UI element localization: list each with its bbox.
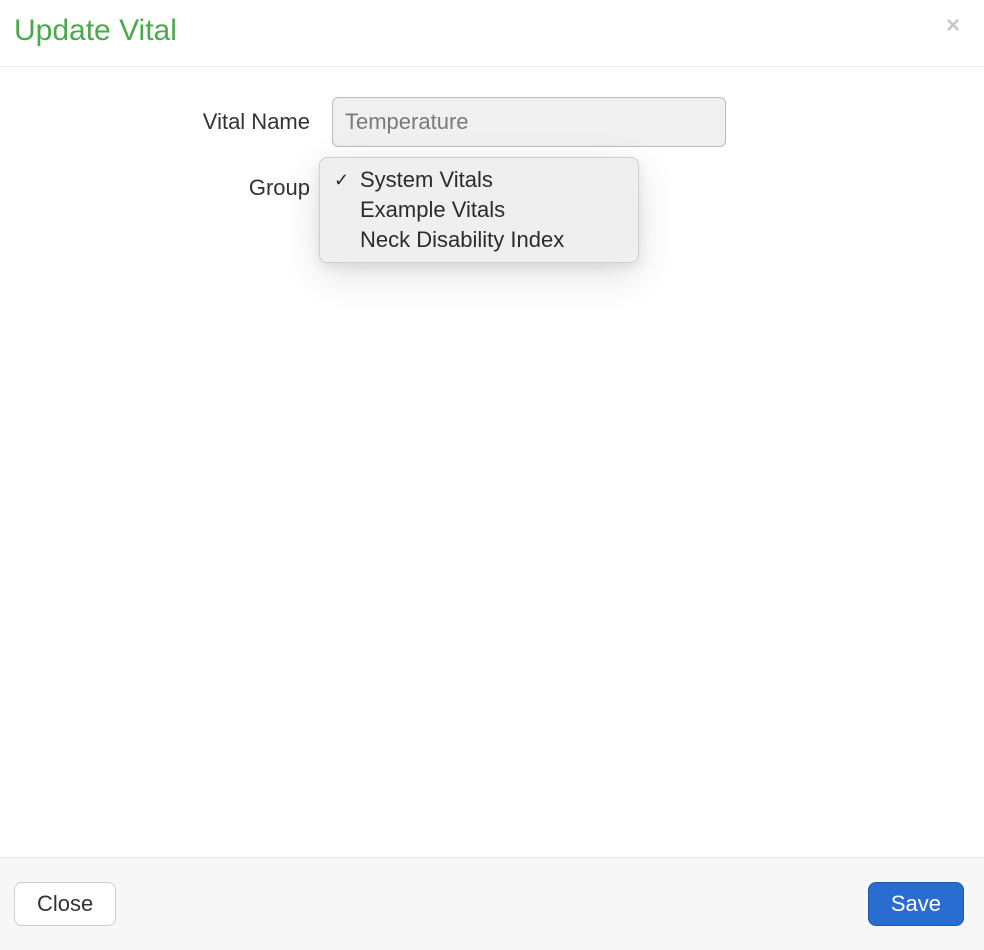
vital-name-label: Vital Name: [20, 109, 332, 135]
check-icon: ✓: [334, 170, 360, 191]
dropdown-item-label: Example Vitals: [360, 197, 505, 223]
dropdown-item-label: System Vitals: [360, 167, 493, 193]
modal-footer: Close Save: [0, 857, 984, 950]
modal-body: Vital Name Group ✓ System Vitals Example…: [0, 67, 984, 857]
dropdown-item-example-vitals[interactable]: Example Vitals: [320, 195, 638, 225]
dropdown-item-system-vitals[interactable]: ✓ System Vitals: [320, 165, 638, 195]
dropdown-item-label: Neck Disability Index: [360, 227, 564, 253]
group-label: Group: [20, 175, 332, 201]
vital-name-input[interactable]: [332, 97, 726, 147]
modal-header: Update Vital ×: [0, 0, 984, 67]
close-icon[interactable]: ×: [942, 14, 964, 38]
update-vital-modal: Update Vital × Vital Name Group ✓ System…: [0, 0, 984, 950]
save-button[interactable]: Save: [868, 882, 964, 926]
vital-name-row: Vital Name: [20, 97, 964, 147]
close-button[interactable]: Close: [14, 882, 116, 926]
dropdown-item-neck-disability-index[interactable]: Neck Disability Index: [320, 225, 638, 255]
group-dropdown-panel[interactable]: ✓ System Vitals Example Vitals Neck Disa…: [319, 157, 639, 263]
modal-title: Update Vital: [14, 14, 177, 48]
